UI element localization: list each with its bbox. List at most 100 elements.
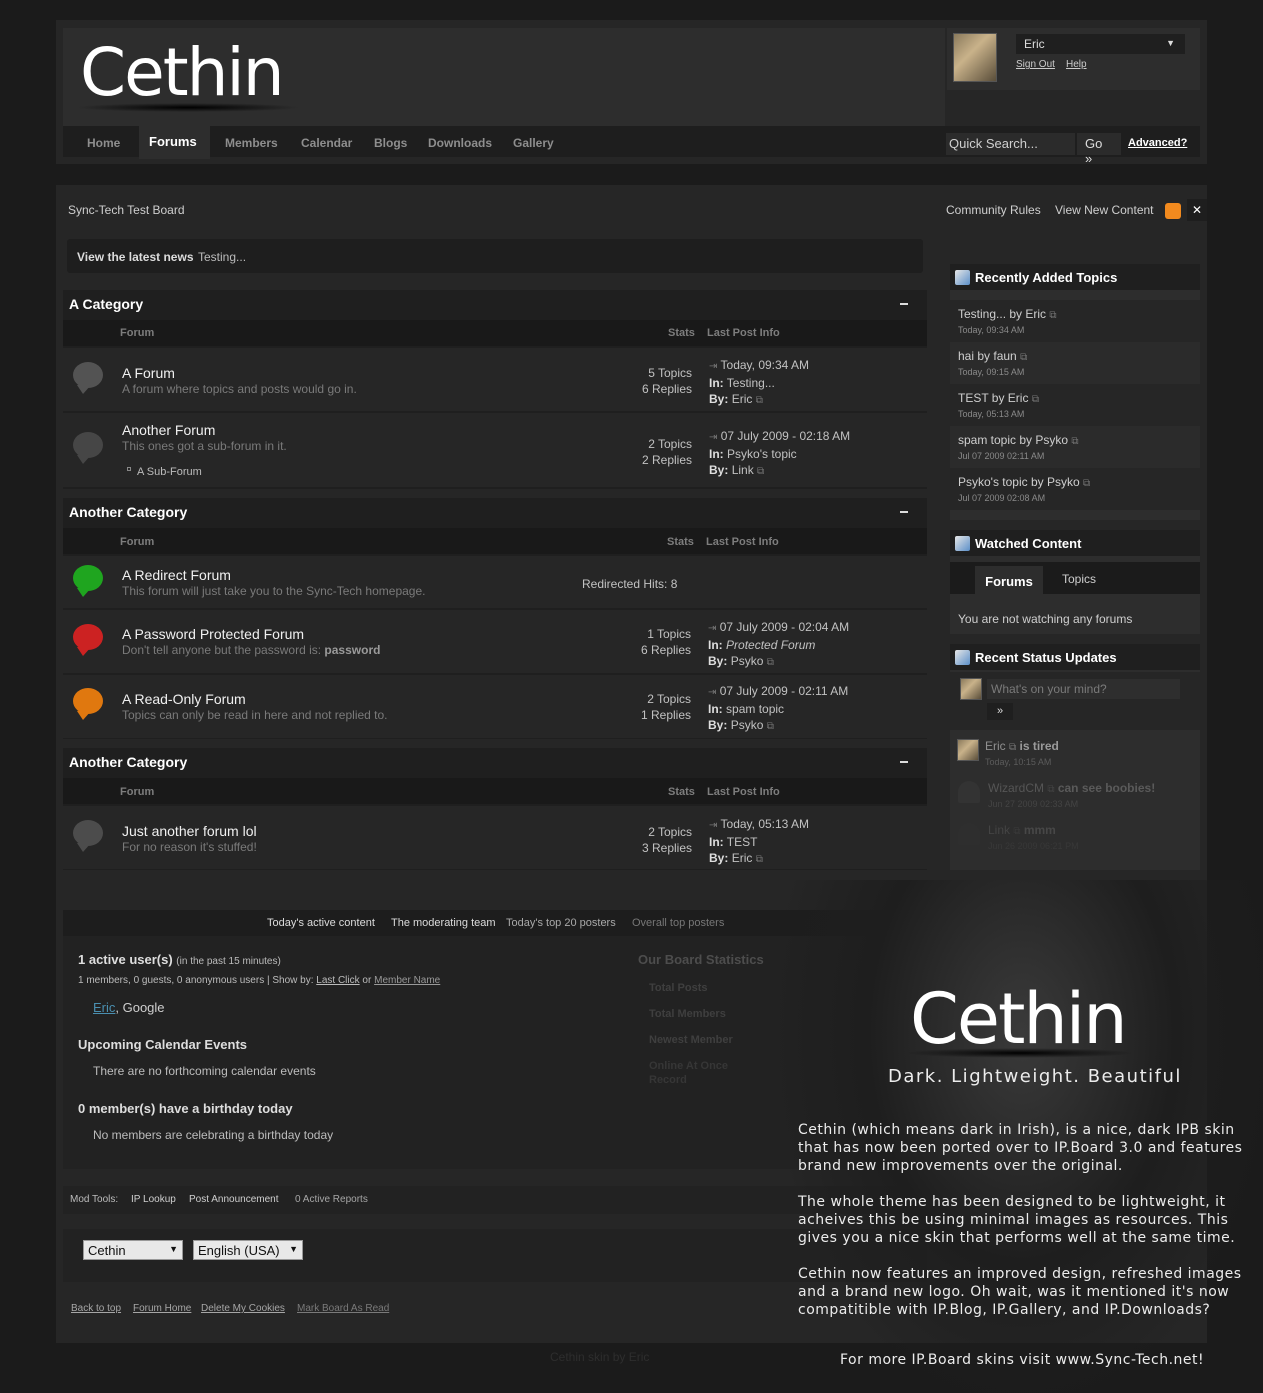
forum-name[interactable]: Just another forum lol xyxy=(122,823,257,839)
nav-forums[interactable]: Forums xyxy=(149,134,197,149)
post-announcement-link[interactable]: Post Announcement xyxy=(189,1194,279,1205)
collapse-icon[interactable] xyxy=(900,511,908,513)
sign-out-link[interactable]: Sign Out xyxy=(1016,59,1055,70)
community-rules-link[interactable]: Community Rules xyxy=(946,203,1041,217)
tab-top-20-posters[interactable]: Today's top 20 posters xyxy=(506,917,616,929)
collapse-icon[interactable] xyxy=(900,303,908,305)
last-topic-link[interactable]: Protected Forum xyxy=(726,638,815,652)
arrow-icon[interactable]: ⇥ xyxy=(709,432,717,443)
recent-topic-link[interactable]: Testing... by Eric ⧉ xyxy=(958,307,1057,321)
status-submit-button[interactable]: » xyxy=(987,703,1013,720)
category-title[interactable]: A Category xyxy=(69,296,143,312)
status-user[interactable]: WizardCM xyxy=(988,781,1044,795)
forum-name[interactable]: A Read-Only Forum xyxy=(122,691,246,707)
active-reports-link[interactable]: 0 Active Reports xyxy=(295,1194,368,1205)
link-icon[interactable]: ⧉ xyxy=(1083,478,1090,489)
tab-forums[interactable]: Forums xyxy=(975,566,1043,594)
link-icon[interactable]: ⧉ xyxy=(1049,310,1056,321)
default-avatar-icon[interactable] xyxy=(958,781,980,803)
topic-title[interactable]: Testing... xyxy=(958,307,1006,321)
recent-topic-link[interactable]: spam topic by Psyko ⧉ xyxy=(958,433,1079,447)
arrow-icon[interactable]: ⇥ xyxy=(708,623,716,634)
link-icon[interactable]: ⧉ xyxy=(1009,742,1016,753)
forum-name[interactable]: A Redirect Forum xyxy=(122,567,231,583)
recent-topic-link[interactable]: TEST by Eric ⧉ xyxy=(958,391,1039,405)
topic-author[interactable]: by faun xyxy=(977,349,1016,363)
link-icon[interactable]: ⧉ xyxy=(767,721,774,732)
last-topic-link[interactable]: spam topic xyxy=(726,702,784,716)
quick-search-input[interactable]: Quick Search... xyxy=(946,133,1075,155)
ip-lookup-link[interactable]: IP Lookup xyxy=(131,1194,176,1205)
advanced-search-link[interactable]: Advanced? xyxy=(1128,137,1187,149)
search-go-button[interactable]: Go » xyxy=(1077,133,1121,166)
link-icon[interactable]: ⧉ xyxy=(1071,436,1078,447)
show-by-member-name[interactable]: Member Name xyxy=(374,975,440,986)
last-topic-link[interactable]: Psyko's topic xyxy=(727,447,797,461)
nav-calendar[interactable]: Calendar xyxy=(301,136,352,150)
topic-title[interactable]: hai xyxy=(958,349,974,363)
arrow-icon[interactable]: ⇥ xyxy=(709,361,717,372)
link-icon[interactable]: ⧉ xyxy=(1013,826,1020,837)
topic-author[interactable]: by Psyko xyxy=(1031,475,1080,489)
last-topic-link[interactable]: Testing... xyxy=(727,376,775,390)
topic-title[interactable]: TEST xyxy=(958,391,988,405)
user-avatar[interactable] xyxy=(953,33,997,82)
nav-gallery[interactable]: Gallery xyxy=(513,136,554,150)
last-poster-link[interactable]: Link xyxy=(732,463,754,477)
last-topic-link[interactable]: TEST xyxy=(727,835,758,849)
status-avatar[interactable] xyxy=(957,739,979,761)
forum-name[interactable]: A Password Protected Forum xyxy=(122,626,304,642)
arrow-icon[interactable]: ⇥ xyxy=(709,820,717,831)
tab-active-content[interactable]: Today's active content xyxy=(267,917,375,929)
user-menu-dropdown[interactable]: Eric ▼ xyxy=(1016,34,1185,54)
language-select[interactable]: English (USA) ▼ xyxy=(193,1240,303,1260)
last-poster-link[interactable]: Psyko xyxy=(731,718,764,732)
status-user[interactable]: Eric xyxy=(985,739,1006,753)
topic-author[interactable]: by Eric xyxy=(1009,307,1046,321)
rss-icon[interactable] xyxy=(1165,203,1181,219)
link-icon[interactable]: ⧉ xyxy=(1047,784,1054,795)
show-by-last-click[interactable]: Last Click xyxy=(316,975,359,986)
nav-blogs[interactable]: Blogs xyxy=(374,136,407,150)
recent-topic-link[interactable]: hai by faun ⧉ xyxy=(958,349,1027,363)
topic-title[interactable]: spam topic xyxy=(958,433,1016,447)
arrow-icon[interactable]: ⇥ xyxy=(708,687,716,698)
nav-home[interactable]: Home xyxy=(87,136,120,150)
recent-topic-link[interactable]: Psyko's topic by Psyko ⧉ xyxy=(958,475,1090,489)
help-link[interactable]: Help xyxy=(1066,59,1087,70)
link-icon[interactable]: ⧉ xyxy=(756,854,763,865)
subforum-link[interactable]: A Sub-Forum xyxy=(137,466,202,478)
last-poster-link[interactable]: Psyko xyxy=(731,654,764,668)
site-logo[interactable]: Cethin xyxy=(80,34,285,111)
forum-name[interactable]: Another Forum xyxy=(122,422,215,438)
collapse-icon[interactable] xyxy=(900,761,908,763)
default-avatar-icon[interactable] xyxy=(958,823,980,845)
link-icon[interactable]: ⧉ xyxy=(1032,394,1039,405)
tab-topics[interactable]: Topics xyxy=(1062,572,1096,586)
tab-moderating-team[interactable]: The moderating team xyxy=(391,917,496,929)
nav-members[interactable]: Members xyxy=(225,136,278,150)
my-avatar[interactable] xyxy=(960,678,982,700)
category-title[interactable]: Another Category xyxy=(69,504,187,520)
forum-home-link[interactable]: Forum Home xyxy=(133,1303,191,1314)
view-new-content-link[interactable]: View New Content xyxy=(1055,203,1154,217)
last-poster-link[interactable]: Eric xyxy=(732,851,753,865)
status-input[interactable]: What's on your mind? xyxy=(987,679,1180,699)
status-user[interactable]: Link xyxy=(988,823,1010,837)
mark-board-read-link[interactable]: Mark Board As Read xyxy=(297,1303,389,1314)
category-title[interactable]: Another Category xyxy=(69,754,187,770)
link-icon[interactable]: ⧉ xyxy=(767,657,774,668)
close-icon[interactable]: ✕ xyxy=(1187,199,1207,221)
delete-cookies-link[interactable]: Delete My Cookies xyxy=(201,1303,285,1314)
news-link[interactable]: Testing... xyxy=(198,250,246,264)
last-poster-link[interactable]: Eric xyxy=(732,392,753,406)
forum-name[interactable]: A Forum xyxy=(122,365,175,381)
topic-author[interactable]: by Eric xyxy=(992,391,1029,405)
online-user-link[interactable]: Eric xyxy=(93,1000,115,1015)
topic-title[interactable]: Psyko's topic xyxy=(958,475,1028,489)
link-icon[interactable]: ⧉ xyxy=(1020,352,1027,363)
nav-downloads[interactable]: Downloads xyxy=(428,136,492,150)
topic-author[interactable]: by Psyko xyxy=(1019,433,1068,447)
skin-select[interactable]: Cethin ▼ xyxy=(83,1240,183,1260)
link-icon[interactable]: ⧉ xyxy=(757,466,764,477)
